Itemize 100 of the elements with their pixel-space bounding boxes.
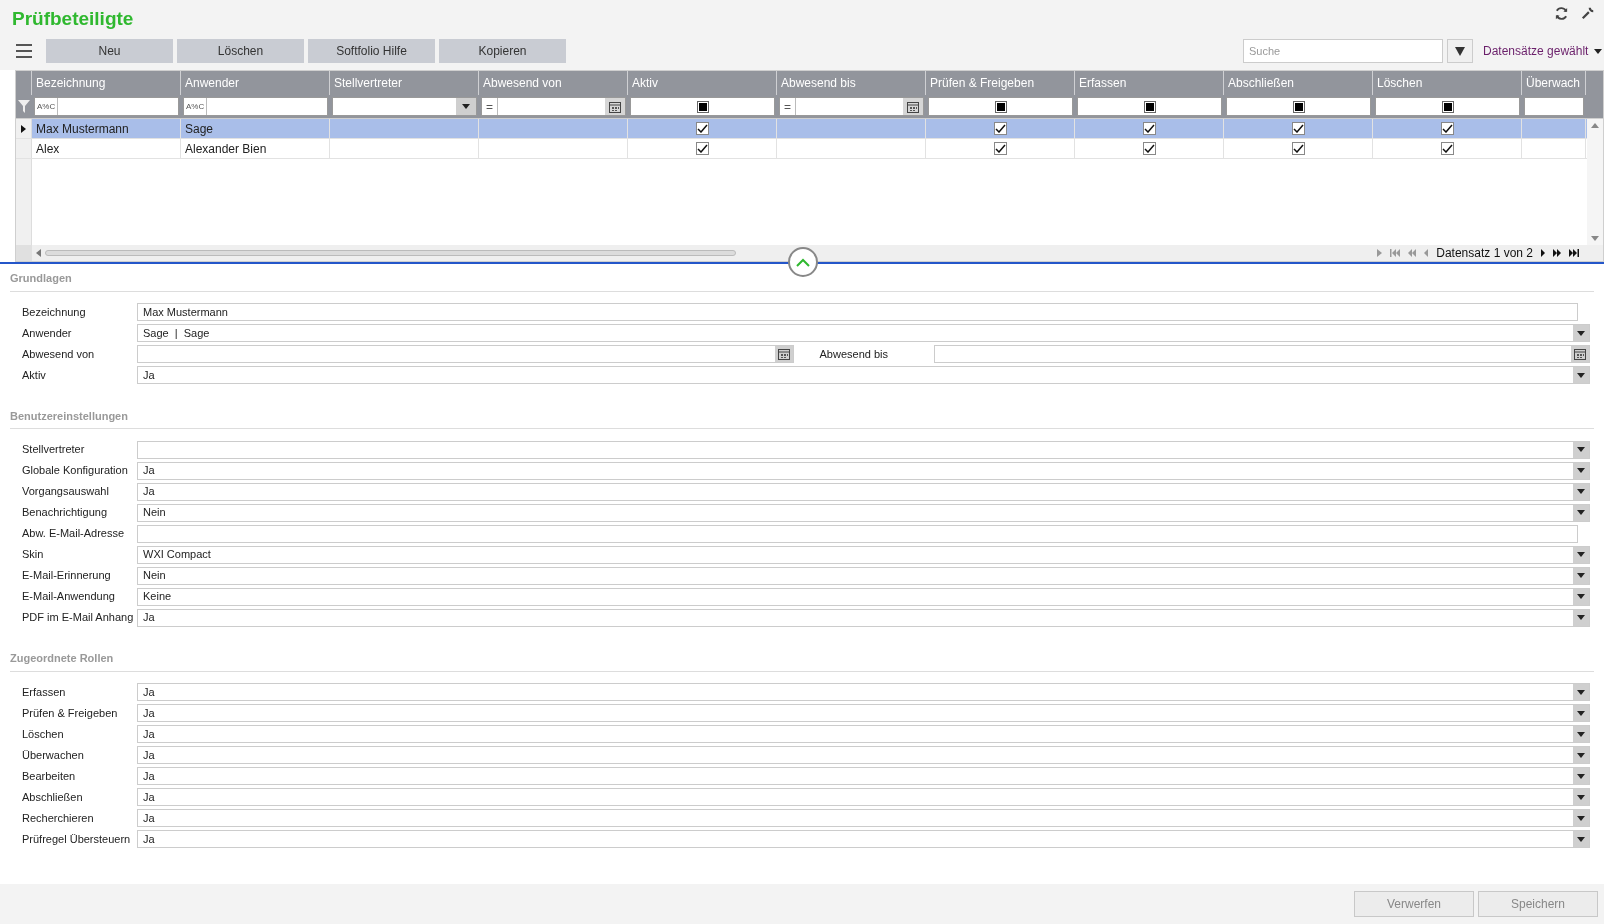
filter-date-field[interactable]: = [779, 97, 924, 116]
dropdown-field[interactable]: WXI Compact [137, 545, 1590, 564]
input-field[interactable] [137, 524, 1578, 543]
filter-dropdown[interactable] [332, 97, 477, 116]
refresh-icon[interactable] [1554, 6, 1569, 21]
section-title: Benutzereinstellungen [10, 407, 1594, 429]
field-label: E-Mail-Erinnerung [22, 568, 112, 584]
dropdown-field[interactable]: Ja [137, 830, 1590, 848]
operator-label: A%C [35, 98, 59, 115]
field-label: Bearbeiten [22, 768, 77, 784]
filter-date-field[interactable]: = [481, 97, 626, 116]
field-label: Globale Konfiguration [22, 463, 129, 479]
filter-field[interactable]: A%C [34, 97, 179, 116]
check-icon [1441, 144, 1453, 153]
scroll-up-icon [1591, 123, 1599, 128]
rewind-icon [1408, 249, 1417, 257]
search-field[interactable]: Suche [1243, 39, 1443, 63]
check-icon [696, 144, 708, 153]
filter-checkbox[interactable] [1292, 100, 1305, 113]
field-label: Skin [22, 547, 45, 563]
dropdown-field[interactable]: Ja [137, 366, 1590, 384]
dropdown-field[interactable]: Keine [137, 587, 1590, 606]
scroll-down-icon [1591, 236, 1599, 241]
checkbox[interactable] [1440, 122, 1454, 135]
dropdown-field[interactable]: Ja [137, 767, 1590, 785]
caret-icon [462, 104, 470, 109]
pager-label: Datensatz 1 von 2 [1436, 245, 1533, 262]
calendar-icon [907, 100, 919, 113]
filter-checkbox[interactable] [994, 100, 1007, 113]
collapse-button[interactable] [788, 247, 818, 277]
filter-checkbox[interactable] [696, 100, 709, 113]
page-title: Prüfbeteiligte [12, 7, 134, 31]
horizontal-scrollbar[interactable] [36, 249, 736, 257]
scrollbar-corner [16, 245, 32, 261]
check-icon [994, 124, 1006, 133]
toolbar-button[interactable]: Löschen [177, 39, 304, 63]
table-row[interactable]: Alex Alexander Bien [16, 139, 1587, 159]
dropdown-field[interactable]: Ja [137, 683, 1590, 701]
field-label: Abwesend von [22, 346, 96, 362]
checkbox[interactable] [1291, 122, 1305, 135]
filter-checkbox[interactable] [1143, 100, 1156, 113]
caret-icon [1577, 731, 1585, 737]
caret-icon [1577, 594, 1585, 599]
caret-icon [1577, 794, 1585, 800]
toolbar-button[interactable]: Softfolio Hilfe [308, 39, 435, 63]
caret-icon [1577, 573, 1585, 578]
field-label: PDF im E-Mail Anhang [22, 610, 135, 626]
checkbox[interactable] [695, 122, 709, 135]
check-icon [1292, 144, 1304, 153]
checkbox[interactable] [1142, 122, 1156, 135]
field-label: Vorgangsauswahl [22, 484, 110, 500]
checkbox[interactable] [695, 142, 709, 155]
caret-icon [1577, 468, 1585, 473]
row-header[interactable] [16, 119, 32, 138]
date-field[interactable] [933, 345, 1590, 363]
scroll-left-icon [36, 249, 41, 257]
input-field[interactable]: Max Mustermann [137, 303, 1578, 321]
field-label: E-Mail-Anwendung [22, 589, 116, 605]
checkbox[interactable] [1291, 142, 1305, 155]
checkbox[interactable] [993, 122, 1007, 135]
caret-icon [1577, 552, 1585, 557]
chevron-up-icon [796, 257, 810, 267]
dropdown-field[interactable]: Ja [137, 809, 1590, 827]
table-row[interactable]: Max Mustermann Sage [16, 119, 1587, 139]
menu-icon[interactable] [16, 44, 32, 58]
dropdown-field[interactable]: Ja [137, 725, 1590, 743]
dropdown-field[interactable]: Ja [137, 746, 1590, 764]
checkbox[interactable] [1440, 142, 1454, 155]
checkbox[interactable] [1142, 142, 1156, 155]
dropdown-field[interactable]: Ja [137, 788, 1590, 806]
caret-icon [1577, 372, 1585, 378]
dropdown-field[interactable] [137, 440, 1590, 459]
filter-field[interactable] [1524, 97, 1584, 116]
filter-field[interactable]: A%C [183, 97, 328, 116]
checkbox[interactable] [993, 142, 1007, 155]
filter-icon [18, 100, 30, 113]
field-label: Bezeichnung [22, 304, 87, 320]
field-label: Überwachen [22, 747, 85, 763]
table-cell-text: Alex [36, 140, 60, 158]
next-record-icon [1541, 249, 1545, 257]
wrench-icon[interactable] [1581, 6, 1595, 20]
dropdown-field[interactable]: Ja [137, 461, 1590, 480]
dropdown-field[interactable]: Ja [137, 704, 1590, 722]
filter-dropdown-button[interactable] [1447, 39, 1473, 63]
caret-icon [1577, 710, 1585, 716]
caret-icon [1577, 330, 1585, 336]
date-field[interactable] [137, 345, 794, 363]
toolbar-button[interactable]: Neu [46, 39, 173, 63]
check-icon [1441, 124, 1453, 133]
toolbar-button[interactable]: Kopieren [439, 39, 566, 63]
selection-dropdown[interactable]: Datensätze gewählt [1483, 42, 1603, 60]
filter-checkbox[interactable] [1441, 100, 1454, 113]
dropdown-field[interactable]: Nein [137, 503, 1590, 522]
vertical-scrollbar[interactable] [1587, 119, 1603, 245]
caret-icon [1577, 773, 1585, 779]
dropdown-field[interactable]: Sage | Sage [137, 324, 1590, 342]
field-label: Anwender [22, 325, 73, 341]
dropdown-field[interactable]: Ja [137, 482, 1590, 501]
dropdown-field[interactable]: Nein [137, 566, 1590, 585]
dropdown-field[interactable]: Ja [137, 608, 1590, 627]
